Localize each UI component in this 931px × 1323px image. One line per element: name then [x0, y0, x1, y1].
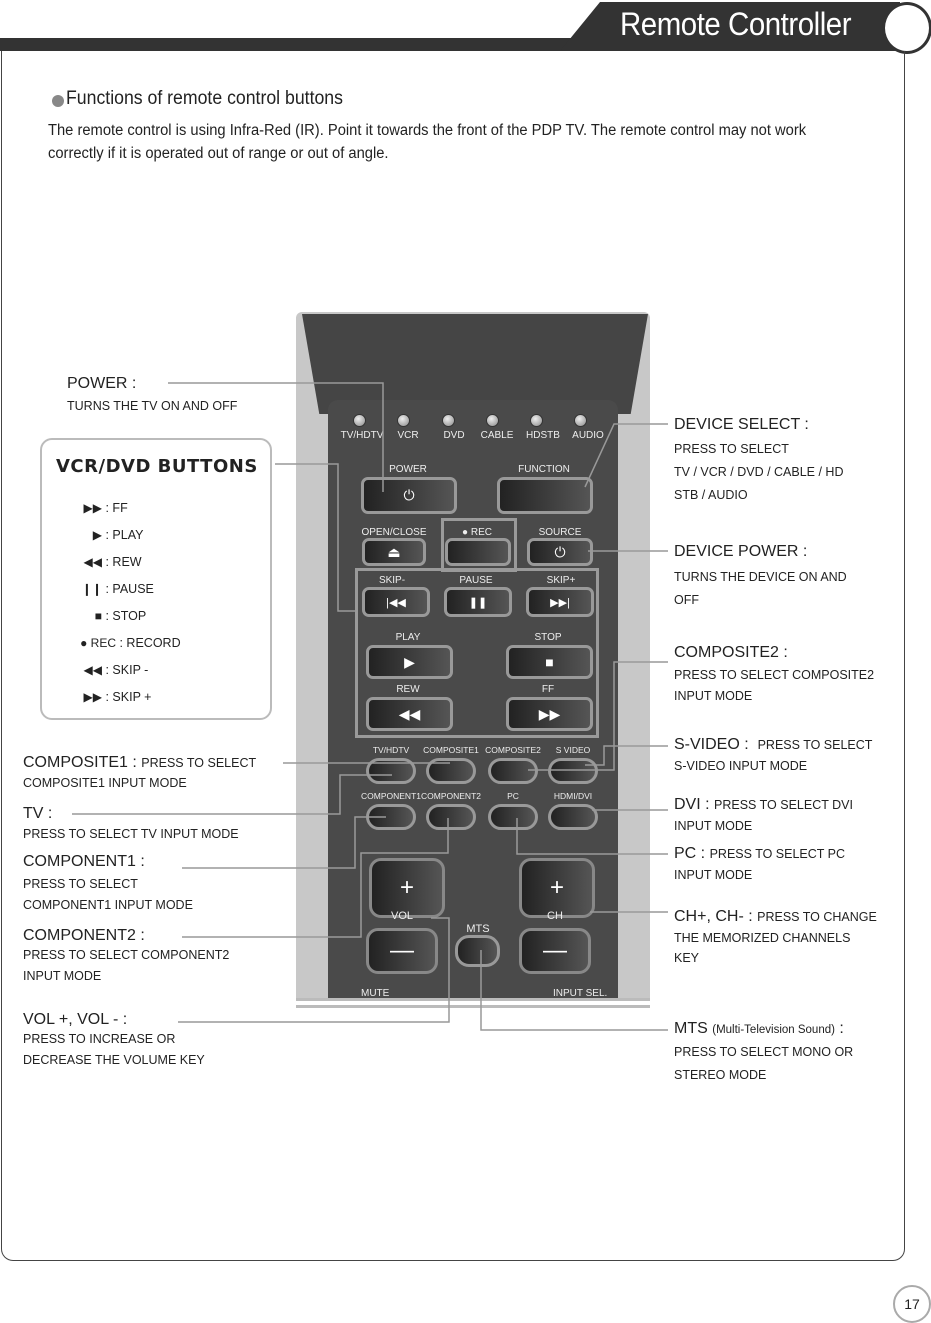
svideo-annotation-text: S-VIDEO INPUT MODE	[674, 759, 808, 773]
dvi-annotation-text: INPUT MODE	[674, 819, 753, 833]
vcr-legend-label: : RECORD	[119, 636, 181, 650]
annotation-head: DVI :	[674, 796, 710, 813]
ch-annotation: CH+, CH- : PRESS TO CHANGE	[674, 908, 877, 926]
device-select-annotation-text: PRESS TO SELECT	[674, 442, 789, 456]
power-annotation-text: TURNS THE TV ON AND OFF	[67, 399, 238, 413]
annotation-inline: PRESS TO CHANGE	[757, 910, 877, 924]
mts-annotation-text: PRESS TO SELECT MONO OR	[674, 1045, 854, 1059]
composite1-annotation: COMPOSITE1 : PRESS TO SELECT	[23, 754, 256, 772]
annotation-head: CH+, CH- :	[674, 908, 753, 925]
leader-vcr-buttons	[275, 463, 357, 612]
vcr-legend-row: ▶▶ : SKIP +	[56, 690, 152, 704]
leader-device-select	[584, 423, 668, 488]
annotation-inline: PRESS TO SELECT DVI	[714, 798, 853, 812]
power-annotation-head: POWER :	[67, 375, 137, 392]
vcr-buttons-box	[40, 438, 272, 720]
device-power-annotation-text: TURNS THE DEVICE ON AND	[674, 570, 847, 584]
vcr-legend-label: : PLAY	[105, 528, 144, 542]
mts-annotation: MTS (Multi-Television Sound) :	[674, 1020, 844, 1038]
annotation-inline: PRESS TO SELECT	[141, 756, 257, 770]
device-power-annotation-head: DEVICE POWER :	[674, 543, 808, 560]
pc-annotation-text: INPUT MODE	[674, 868, 753, 882]
vcr-buttons-title: VCR/DVD BUTTONS	[56, 456, 258, 477]
skip-next-icon: ▶▶	[83, 690, 102, 704]
composite1-annotation-text: COMPOSITE1 INPUT MODE	[23, 776, 187, 790]
annotation-head: MTS	[674, 1020, 708, 1037]
annotation-inline: PRESS TO SELECT	[757, 738, 873, 752]
leader-pc	[516, 818, 668, 855]
ch-annotation-text: THE MEMORIZED CHANNELS	[674, 931, 851, 945]
composite2-annotation-text: PRESS TO SELECT COMPOSITE2	[674, 668, 875, 682]
component1-annotation-text: COMPONENT1 INPUT MODE	[23, 898, 193, 912]
vcr-legend-label: : PAUSE	[105, 582, 154, 596]
vol-annotation-text: DECREASE THE VOLUME KEY	[23, 1053, 205, 1067]
annotation-head: COMPOSITE1 :	[23, 754, 137, 771]
annotation-colon: :	[834, 1020, 844, 1037]
pc-annotation: PC : PRESS TO SELECT PC	[674, 845, 845, 863]
vcr-legend-label: : FF	[105, 501, 128, 515]
device-power-annotation-text: OFF	[674, 593, 699, 607]
vcr-legend-row: ▶ : PLAY	[56, 528, 144, 542]
component1-annotation-text: PRESS TO SELECT	[23, 877, 138, 891]
vcr-legend-label: : SKIP -	[105, 663, 149, 677]
mts-annotation-text: STEREO MODE	[674, 1068, 767, 1082]
vcr-legend-row: ■ : STOP	[56, 609, 147, 623]
device-select-annotation-text: TV / VCR / DVD / CABLE / HD	[674, 465, 844, 479]
rewind-icon: ◀◀	[83, 555, 102, 569]
component2-annotation-text: INPUT MODE	[23, 969, 102, 983]
component2-annotation-head: COMPONENT2 :	[23, 927, 145, 944]
pause-icon: ❙❙	[81, 582, 102, 596]
vcr-legend-row: ◀◀ : SKIP -	[56, 663, 149, 677]
vcr-legend-row: ◀◀ : REW	[56, 555, 142, 569]
leader-vol	[178, 917, 450, 1023]
skip-previous-icon: ◀◀	[83, 663, 102, 677]
vcr-legend-label: : REW	[105, 555, 142, 569]
tv-annotation-text: PRESS TO SELECT TV INPUT MODE	[23, 827, 239, 841]
play-icon: ▶	[92, 528, 102, 542]
annotation-head: PC :	[674, 845, 706, 862]
leader-composite2	[528, 661, 668, 771]
dvi-annotation: DVI : PRESS TO SELECT DVI	[674, 796, 853, 814]
vcr-legend-row: ● REC : RECORD	[56, 636, 181, 650]
vcr-legend-row: ❙❙ : PAUSE	[56, 582, 154, 596]
vcr-legend-label: : STOP	[105, 609, 147, 623]
tv-annotation-head: TV :	[23, 805, 53, 822]
record-icon: ● REC	[80, 636, 116, 650]
ch-annotation-text: KEY	[674, 951, 700, 965]
component1-annotation-head: COMPONENT1 :	[23, 853, 145, 870]
vcr-legend-row: ▶▶ : FF	[56, 501, 128, 515]
page-number: 17	[893, 1285, 931, 1323]
device-select-annotation-text: STB / AUDIO	[674, 488, 748, 502]
vol-annotation-head: VOL +, VOL - :	[23, 1011, 128, 1028]
device-select-annotation-head: DEVICE SELECT :	[674, 416, 809, 433]
composite2-annotation-head: COMPOSITE2 :	[674, 644, 788, 661]
fast-forward-icon: ▶▶	[83, 501, 102, 515]
annotation-paren: (Multi-Television Sound)	[712, 1024, 835, 1036]
leader-svideo	[585, 745, 668, 766]
composite2-annotation-text: INPUT MODE	[674, 689, 753, 703]
svideo-annotation: S-VIDEO : PRESS TO SELECT	[674, 736, 872, 754]
annotation-head: S-VIDEO :	[674, 736, 749, 753]
stop-icon: ■	[94, 609, 102, 623]
vol-annotation-text: PRESS TO INCREASE OR	[23, 1032, 176, 1046]
annotation-inline: PRESS TO SELECT PC	[709, 847, 846, 861]
vcr-legend-label: : SKIP +	[105, 690, 152, 704]
leader-mts	[480, 950, 668, 1031]
component2-annotation-text: PRESS TO SELECT COMPONENT2	[23, 948, 230, 962]
